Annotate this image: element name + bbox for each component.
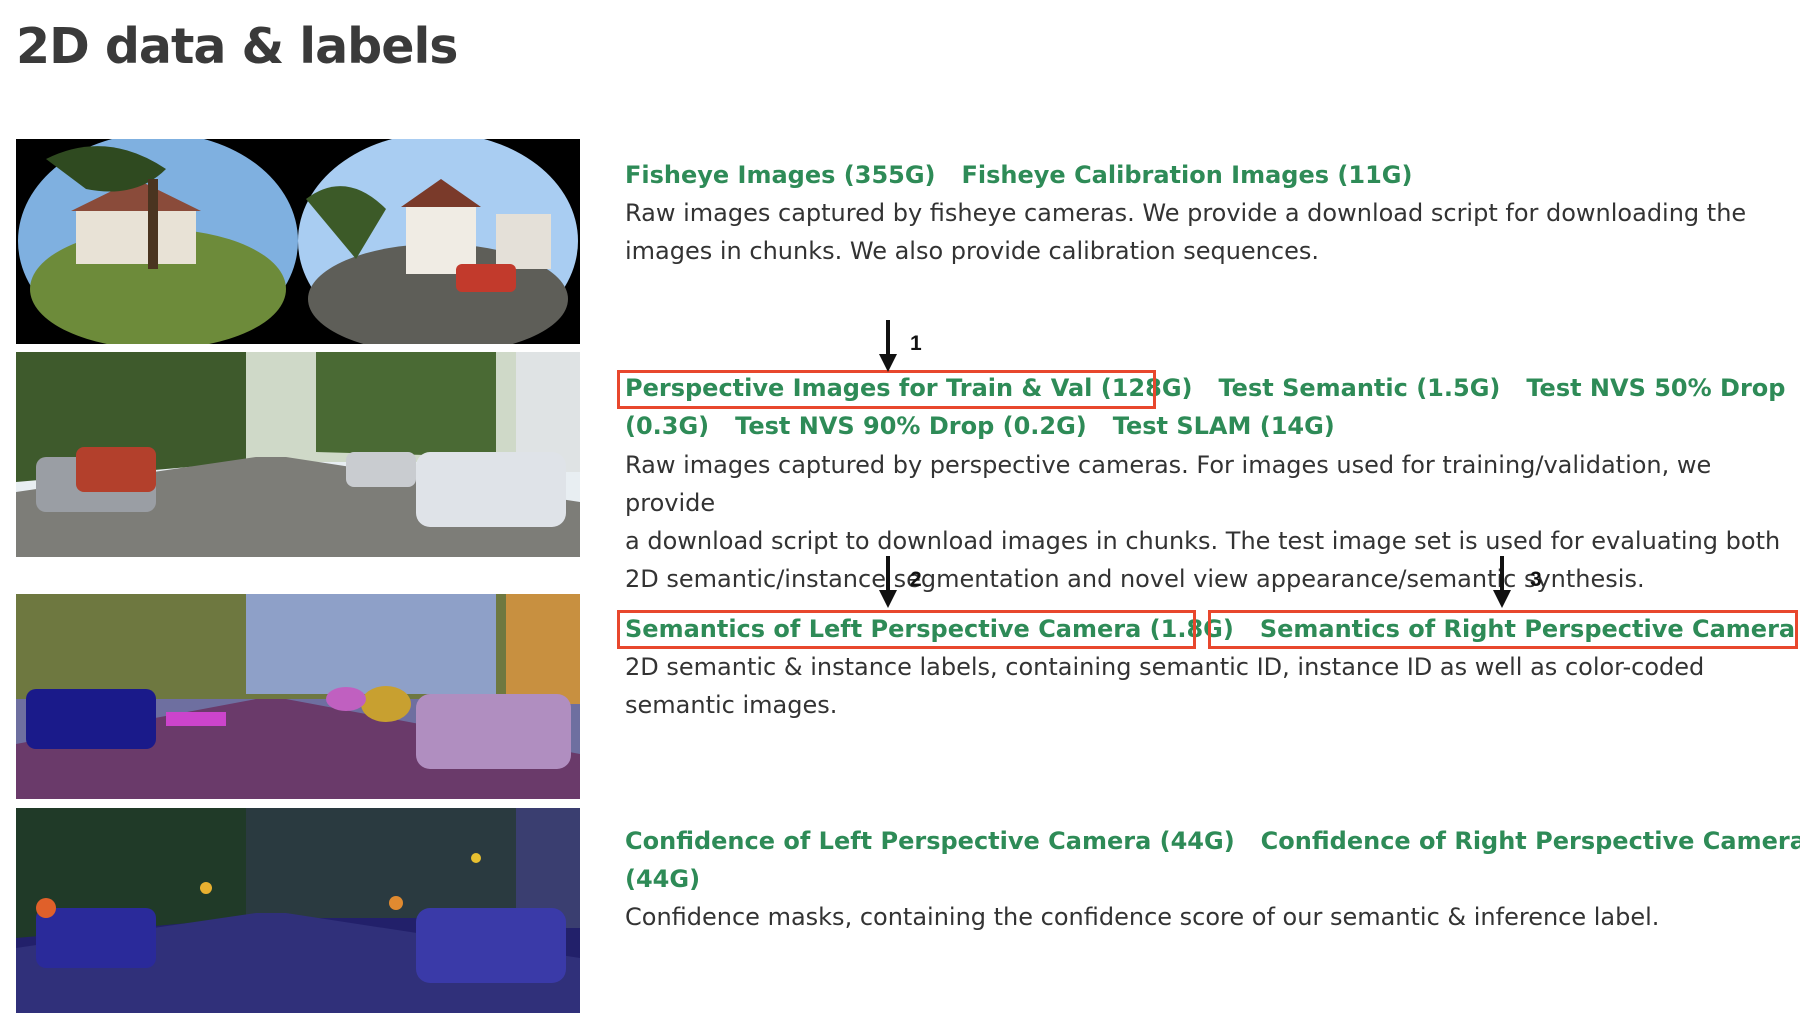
fisheye-links: Fisheye Images (355G) Fisheye Calibration… (625, 156, 1412, 194)
perspective-links-line2: (0.3G) Test NVS 90% Drop (0.2G) Test SLAM … (625, 407, 1335, 445)
test-nvs-90-link[interactable]: Test NVS 90% Drop (0.2G) (735, 412, 1087, 440)
arrow-down-icon (879, 320, 897, 372)
arrow-down-icon (1493, 556, 1511, 608)
semantics-desc-line: semantic images. (625, 691, 838, 719)
section-title: 2D data & labels (16, 18, 458, 75)
perspective-desc-line: a download script to download images in … (625, 527, 1781, 555)
confidence-left-link[interactable]: Confidence of Left Perspective Camera (4… (625, 827, 1235, 855)
confidence-links-line2: (44G) (625, 860, 700, 898)
highlight-box-3 (1208, 610, 1798, 649)
fisheye-desc-line: Raw images captured by fisheye cameras. … (625, 199, 1747, 227)
annotation-number: 1 (910, 332, 922, 355)
highlight-box-1 (617, 370, 1156, 409)
test-nvs-50-size-link[interactable]: (0.3G) (625, 412, 709, 440)
confidence-description: Confidence masks, containing the confide… (625, 898, 1659, 936)
perspective-desc-line: Raw images captured by perspective camer… (625, 451, 1712, 517)
fisheye-thumbnail (16, 139, 580, 344)
highlight-box-2 (617, 610, 1196, 649)
test-nvs-50-link[interactable]: Test NVS 50% Drop (1526, 374, 1785, 402)
semantics-desc-line: 2D semantic & instance labels, containin… (625, 653, 1705, 681)
annotation-number: 3 (1530, 568, 1542, 591)
fisheye-images-link[interactable]: Fisheye Images (355G) (625, 161, 936, 189)
perspective-description: Raw images captured by perspective camer… (625, 446, 1800, 598)
annotation-number: 2 (910, 568, 922, 591)
confidence-right-link[interactable]: Confidence of Right Perspective Camera (1261, 827, 1800, 855)
test-semantic-link[interactable]: Test Semantic (1.5G) (1219, 374, 1501, 402)
semantics-thumbnail (16, 594, 580, 799)
arrow-down-icon (879, 556, 897, 608)
perspective-thumbnail (16, 352, 580, 557)
fisheye-desc-line: images in chunks. We also provide calibr… (625, 237, 1319, 265)
confidence-right-size-link[interactable]: (44G) (625, 865, 700, 893)
perspective-desc-line: 2D semantic/instance segmentation and no… (625, 565, 1645, 593)
confidence-desc-line: Confidence masks, containing the confide… (625, 903, 1660, 931)
fisheye-calibration-link[interactable]: Fisheye Calibration Images (11G) (962, 161, 1413, 189)
fisheye-description: Raw images captured by fisheye cameras. … (625, 194, 1746, 270)
confidence-thumbnail (16, 808, 580, 1013)
confidence-links-line1: Confidence of Left Perspective Camera (4… (625, 822, 1800, 860)
test-slam-link[interactable]: Test SLAM (14G) (1113, 412, 1335, 440)
semantics-description: 2D semantic & instance labels, containin… (625, 648, 1704, 724)
